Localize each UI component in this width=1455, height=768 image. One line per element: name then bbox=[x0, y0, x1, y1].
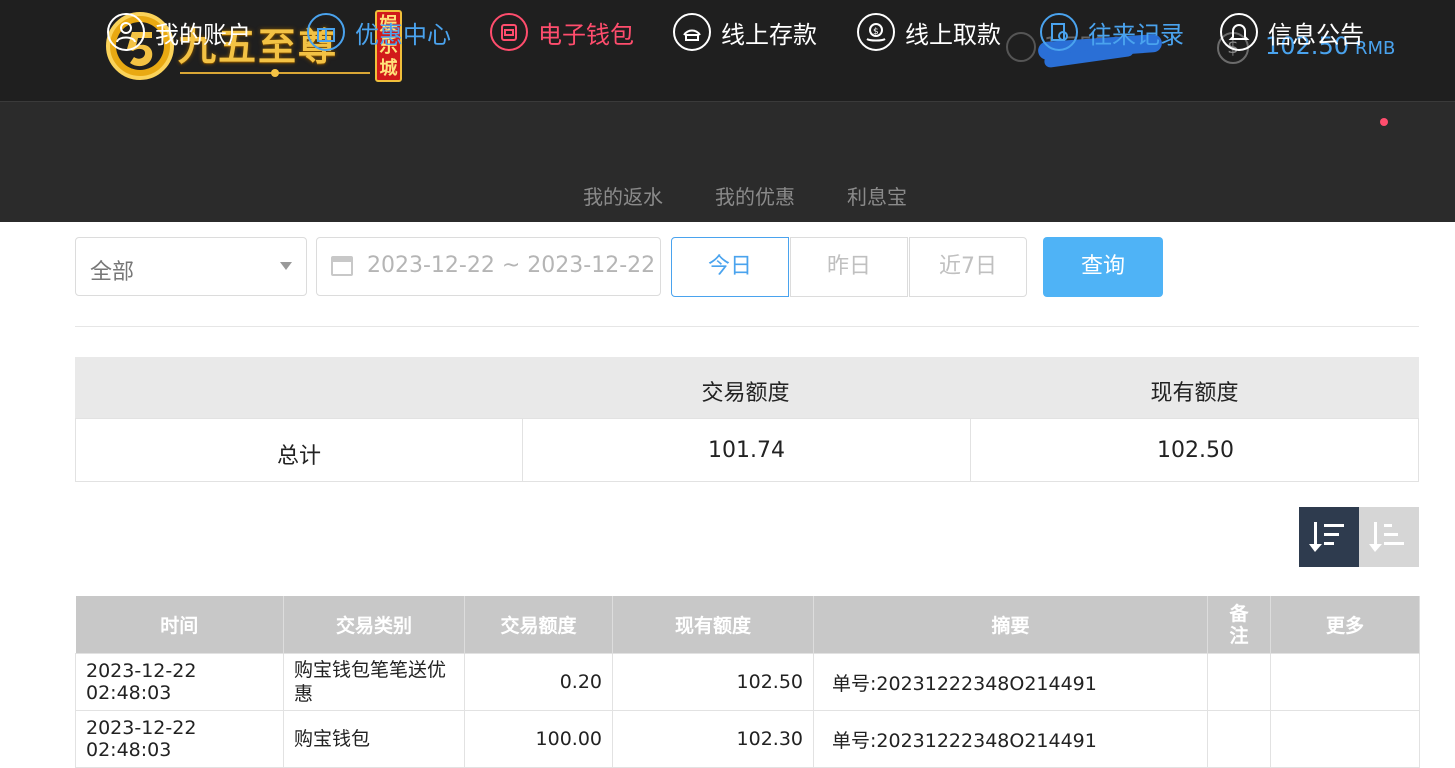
cell-type: 购宝钱包 bbox=[283, 710, 465, 768]
column-header-type[interactable]: 交易类别 bbox=[283, 596, 465, 654]
query-button[interactable]: 查询 bbox=[1043, 237, 1163, 297]
records-icon bbox=[1040, 13, 1078, 51]
nav-e-wallet[interactable]: 电子钱包 bbox=[490, 13, 634, 51]
user-icon bbox=[107, 13, 145, 51]
column-header-balance[interactable]: 现有额度 bbox=[612, 596, 814, 654]
nav-label: 信息公告 bbox=[1268, 20, 1364, 49]
nav-announcements[interactable]: 信息公告 bbox=[1220, 13, 1364, 51]
summary-current-amount: 102.50 bbox=[1157, 438, 1234, 463]
cell-time: 2023-12-22 02:48:03 bbox=[75, 653, 284, 711]
sort-descending-icon bbox=[1309, 522, 1346, 552]
table-row[interactable]: 2023-12-22 02:48:03 购宝钱包笔笔送优惠 0.20 102.5… bbox=[75, 653, 1420, 711]
range-7days-button[interactable]: 近7日 bbox=[909, 237, 1027, 297]
svg-text:$: $ bbox=[873, 27, 879, 37]
nav-my-account[interactable]: 我的账户 bbox=[107, 13, 251, 51]
date-range-value: 2023-12-22 ~ 2023-12-22 bbox=[367, 253, 656, 278]
cell-note bbox=[1207, 710, 1271, 768]
sort-ascending-icon bbox=[1369, 522, 1406, 552]
withdraw-icon: $ bbox=[857, 13, 895, 51]
subnav-interest-treasure[interactable]: 利息宝 bbox=[847, 181, 907, 210]
summary-row: 总计 101.74 102.50 bbox=[75, 418, 1419, 482]
subnav-my-promotions[interactable]: 我的优惠 bbox=[715, 181, 795, 210]
summary-header-transaction: 交易额度 bbox=[701, 381, 790, 406]
cell-summary: 单号:20231222348O214491 bbox=[813, 710, 1208, 768]
summary-header: 交易额度 现有额度 bbox=[75, 357, 1419, 418]
bell-icon bbox=[1220, 13, 1258, 51]
summary-header-current: 现有额度 bbox=[1150, 381, 1239, 406]
deposit-icon bbox=[673, 13, 711, 51]
notification-dot bbox=[1380, 118, 1388, 126]
cell-summary: 单号:20231222348O214491 bbox=[813, 653, 1208, 711]
range-yesterday-button[interactable]: 昨日 bbox=[790, 237, 908, 297]
cell-balance: 102.50 bbox=[612, 653, 814, 711]
cell-more[interactable] bbox=[1270, 653, 1420, 711]
caret-down-icon bbox=[280, 262, 292, 270]
column-header-more[interactable]: 更多 bbox=[1270, 596, 1420, 654]
range-today-button[interactable]: 今日 bbox=[671, 237, 789, 297]
column-header-note-label: 备注 bbox=[1229, 602, 1249, 647]
column-header-amount[interactable]: 交易额度 bbox=[464, 596, 613, 654]
nav-label: 线上存款 bbox=[721, 20, 817, 49]
nav-label: 我的账户 bbox=[155, 20, 251, 49]
subnav-my-rebate[interactable]: 我的返水 bbox=[583, 181, 663, 210]
nav-online-withdraw[interactable]: $ 线上取款 bbox=[857, 13, 1001, 51]
filter-divider bbox=[75, 326, 1419, 327]
date-range-input[interactable]: 2023-12-22 ~ 2023-12-22 bbox=[316, 237, 661, 296]
cell-type: 购宝钱包笔笔送优惠 bbox=[283, 653, 465, 711]
nav-promotions[interactable]: 优惠中心 bbox=[307, 13, 451, 51]
nav-label: 电子钱包 bbox=[538, 20, 634, 49]
sort-ascending-button[interactable] bbox=[1359, 507, 1419, 567]
table-header-row: 时间 交易类别 交易额度 现有额度 摘要 备注 更多 bbox=[75, 596, 1420, 654]
column-header-summary[interactable]: 摘要 bbox=[813, 596, 1208, 654]
logo-ornament bbox=[180, 69, 370, 77]
nav-label: 优惠中心 bbox=[355, 20, 451, 49]
nav-transaction-records[interactable]: 往来记录 bbox=[1040, 13, 1184, 51]
cell-time: 2023-12-22 02:48:03 bbox=[75, 710, 284, 768]
category-select-value: 全部 bbox=[90, 260, 135, 285]
nav-label: 往来记录 bbox=[1088, 20, 1184, 49]
cell-amount: 0.20 bbox=[464, 653, 613, 711]
nav-online-deposit[interactable]: 线上存款 bbox=[673, 13, 817, 51]
cell-note bbox=[1207, 653, 1271, 711]
main-nav bbox=[0, 101, 1455, 165]
summary-total-label: 总计 bbox=[276, 444, 321, 469]
wallet-icon bbox=[490, 13, 528, 51]
gift-icon bbox=[307, 13, 345, 51]
cell-balance: 102.30 bbox=[612, 710, 814, 768]
table-row[interactable]: 2023-12-22 02:48:03 购宝钱包 100.00 102.30 单… bbox=[75, 710, 1420, 768]
column-header-time[interactable]: 时间 bbox=[75, 596, 284, 654]
nav-label: 线上取款 bbox=[905, 20, 1001, 49]
calendar-icon bbox=[331, 256, 353, 276]
account-user-icon bbox=[1006, 32, 1036, 62]
summary-transaction-amount: 101.74 bbox=[708, 438, 785, 463]
column-header-note[interactable]: 备注 bbox=[1207, 596, 1271, 654]
category-select[interactable]: 全部 bbox=[75, 237, 307, 296]
cell-more[interactable] bbox=[1270, 710, 1420, 768]
cell-amount: 100.00 bbox=[464, 710, 613, 768]
sort-descending-button[interactable] bbox=[1299, 507, 1359, 567]
transactions-table: 时间 交易类别 交易额度 现有额度 摘要 备注 更多 2023-12-22 02… bbox=[75, 596, 1420, 768]
